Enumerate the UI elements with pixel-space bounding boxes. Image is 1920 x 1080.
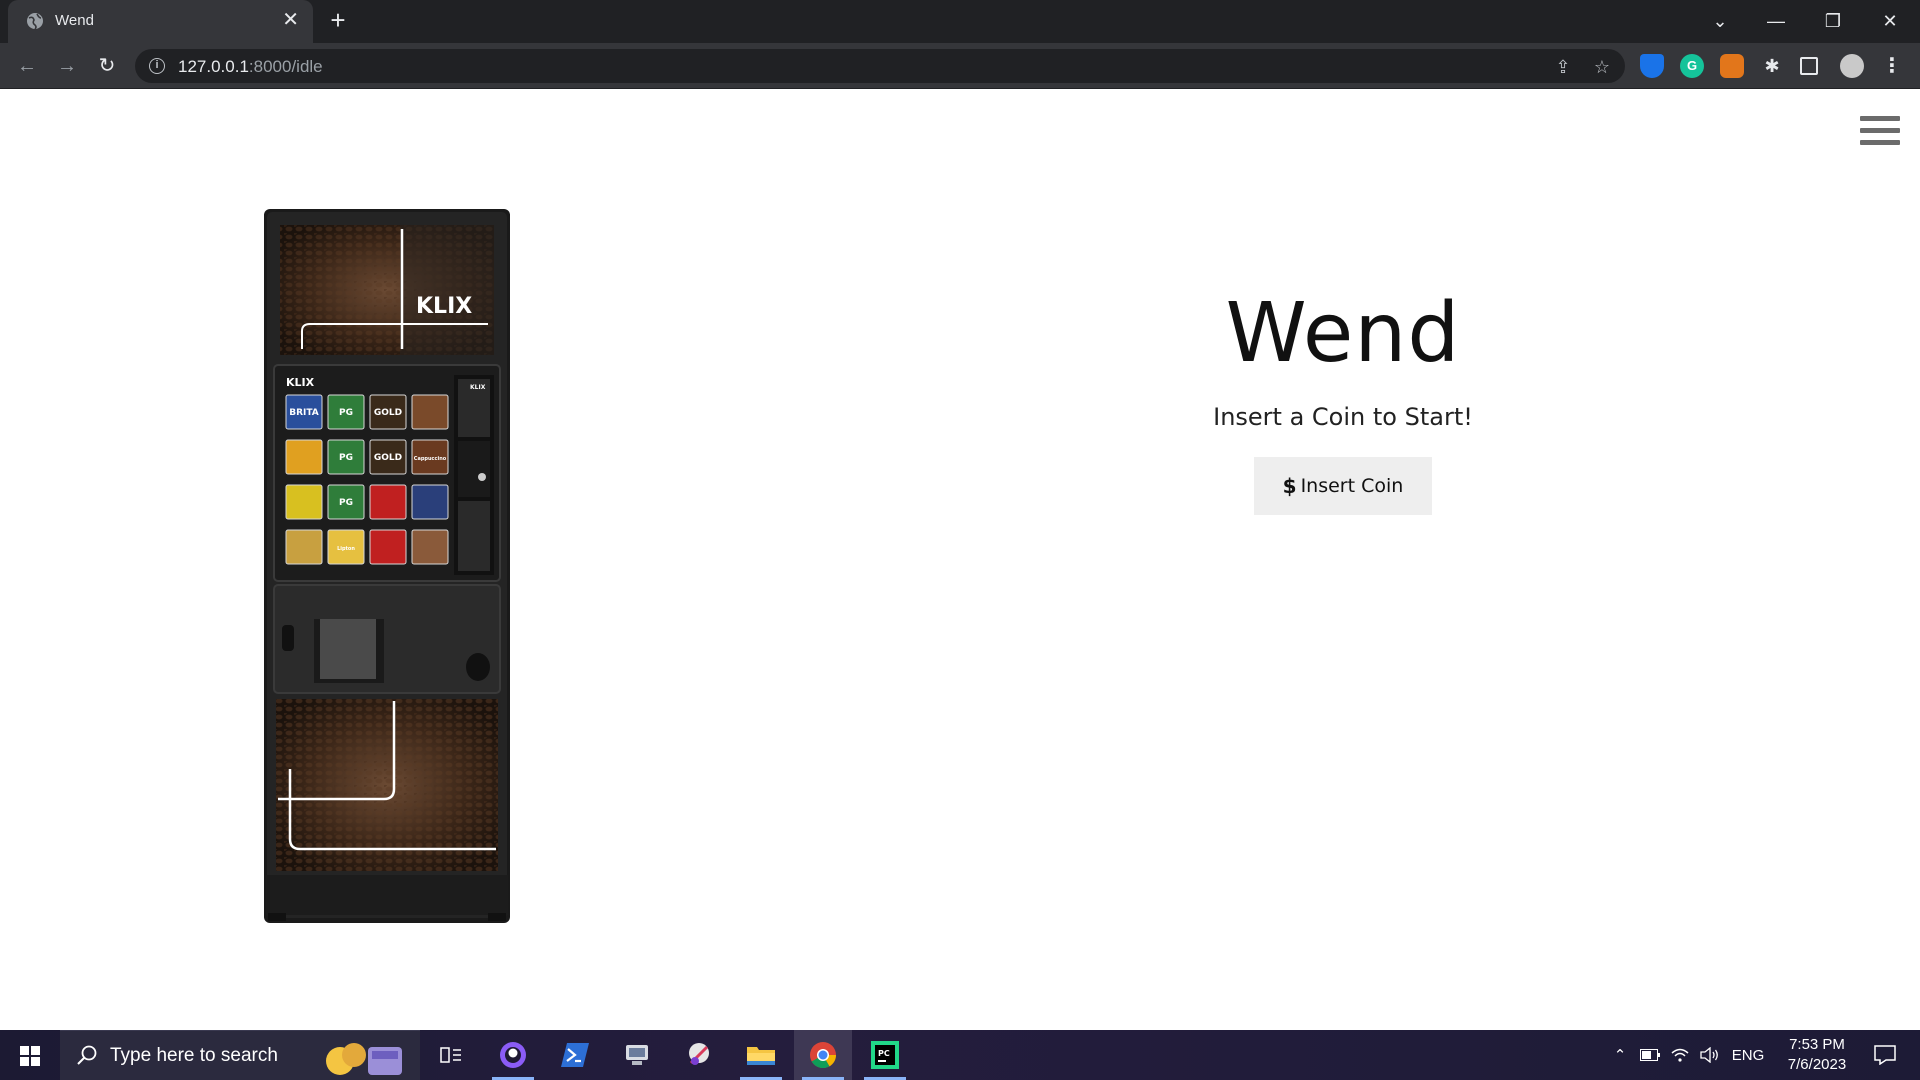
product-tile <box>369 529 407 565</box>
minimize-icon[interactable]: — <box>1761 8 1791 34</box>
insert-coin-button[interactable]: $ Insert Coin <box>1254 457 1432 515</box>
svg-text:PC: PC <box>878 1049 890 1058</box>
browser-tab-bar: Wend ✕ + ⌄ — ❐ ✕ <box>0 0 1920 43</box>
product-label: Cappuccino <box>414 456 447 462</box>
hamburger-menu-icon[interactable] <box>1860 116 1900 148</box>
page-title: Wend <box>1225 286 1461 381</box>
reload-icon[interactable]: ↻ <box>94 53 120 79</box>
back-arrow-icon[interactable]: ← <box>14 53 40 79</box>
page-subtitle: Insert a Coin to Start! <box>1213 403 1473 431</box>
windows-taskbar: Type here to search PC ⌃ ENG 7:53 PM 7/6… <box>0 1030 1920 1080</box>
globe-icon <box>27 13 43 30</box>
volume-icon[interactable] <box>1698 1030 1722 1080</box>
close-tab-icon[interactable]: ✕ <box>282 10 299 30</box>
powershell-icon[interactable] <box>546 1030 604 1080</box>
insert-coin-label: Insert Coin <box>1300 475 1404 497</box>
pycharm-icon[interactable]: PC <box>856 1030 914 1080</box>
page-content: KLIX KLIX BRITA PG GOLD PG GOLD Cappuccino PG L… <box>0 89 1920 1030</box>
product-label: PG <box>339 498 353 508</box>
hero-section: Wend Insert a Coin to Start! $ Insert Co… <box>1143 289 1543 515</box>
product-tile <box>369 484 407 520</box>
clock-time: 7:53 PM <box>1789 1036 1845 1053</box>
search-placeholder: Type here to search <box>110 1045 278 1066</box>
tab-title: Wend <box>55 12 94 29</box>
side-panel-icon[interactable] <box>1800 57 1818 75</box>
github-desktop-icon[interactable] <box>484 1030 542 1080</box>
notification-center-icon[interactable] <box>1865 1030 1905 1080</box>
product-tile <box>411 394 449 430</box>
browser-tab[interactable]: Wend ✕ <box>8 0 313 43</box>
restore-icon[interactable]: ❐ <box>1818 8 1848 34</box>
product-label: GOLD <box>374 408 402 418</box>
klix-logo-panel: KLIX <box>286 376 315 389</box>
show-hidden-icons-chevron-icon[interactable]: ⌃ <box>1608 1030 1632 1080</box>
bookmark-star-icon[interactable]: ☆ <box>1592 57 1612 77</box>
url-text[interactable]: 127.0.0.1:8000/idle <box>178 57 323 77</box>
puzzle-extensions-icon[interactable]: ✱ <box>1760 54 1784 78</box>
taskbar-search-input[interactable]: Type here to search <box>60 1030 420 1080</box>
product-tile <box>285 484 323 520</box>
more-menu-icon[interactable]: ⋮ <box>1880 54 1904 78</box>
forward-arrow-icon[interactable]: → <box>54 53 80 79</box>
grammarly-extension-icon[interactable]: G <box>1680 54 1704 78</box>
site-info-icon[interactable]: i <box>149 58 165 74</box>
product-tile <box>411 529 449 565</box>
product-label: PG <box>339 408 353 418</box>
search-icon <box>77 1045 97 1065</box>
tab-search-chevron-icon[interactable]: ⌄ <box>1705 8 1735 34</box>
chrome-icon[interactable] <box>794 1030 852 1080</box>
address-bar[interactable]: i 127.0.0.1:8000/idle ⇪ ☆ <box>135 49 1625 83</box>
battery-icon[interactable] <box>1638 1030 1662 1080</box>
product-label: Lipton <box>337 546 355 552</box>
close-window-icon[interactable]: ✕ <box>1875 8 1905 34</box>
product-label: BRITA <box>289 408 319 418</box>
language-indicator[interactable]: ENG <box>1728 1030 1768 1080</box>
product-tile <box>285 529 323 565</box>
taskbar-clock[interactable]: 7:53 PM 7/6/2023 <box>1772 1035 1862 1075</box>
klix-logo-top: KLIX <box>416 294 472 319</box>
search-highlight-illustration-icon <box>326 1043 402 1075</box>
klix-logo-small: KLIX <box>470 384 486 391</box>
product-label: GOLD <box>374 453 402 463</box>
share-icon[interactable]: ⇪ <box>1553 57 1573 77</box>
wifi-icon[interactable] <box>1668 1030 1692 1080</box>
product-tile <box>285 439 323 475</box>
file-explorer-icon[interactable] <box>732 1030 790 1080</box>
shield-extension-icon[interactable] <box>1640 54 1664 78</box>
profile-avatar[interactable] <box>1840 54 1864 78</box>
task-view-icon[interactable] <box>422 1030 480 1080</box>
dollar-icon: $ <box>1282 474 1297 498</box>
clock-date: 7/6/2023 <box>1787 1056 1847 1073</box>
device-manager-icon[interactable] <box>608 1030 666 1080</box>
vending-machine-image: KLIX KLIX BRITA PG GOLD PG GOLD Cappuccino PG L… <box>264 209 510 923</box>
windows-start-icon[interactable] <box>0 1030 60 1080</box>
snipping-tool-icon[interactable] <box>670 1030 728 1080</box>
metamask-extension-icon[interactable] <box>1720 54 1744 78</box>
product-label: PG <box>339 453 353 463</box>
new-tab-button[interactable]: + <box>324 7 352 35</box>
browser-toolbar: ← → ↻ i 127.0.0.1:8000/idle ⇪ ☆ G ✱ ⋮ <box>0 43 1920 89</box>
product-tile <box>411 484 449 520</box>
